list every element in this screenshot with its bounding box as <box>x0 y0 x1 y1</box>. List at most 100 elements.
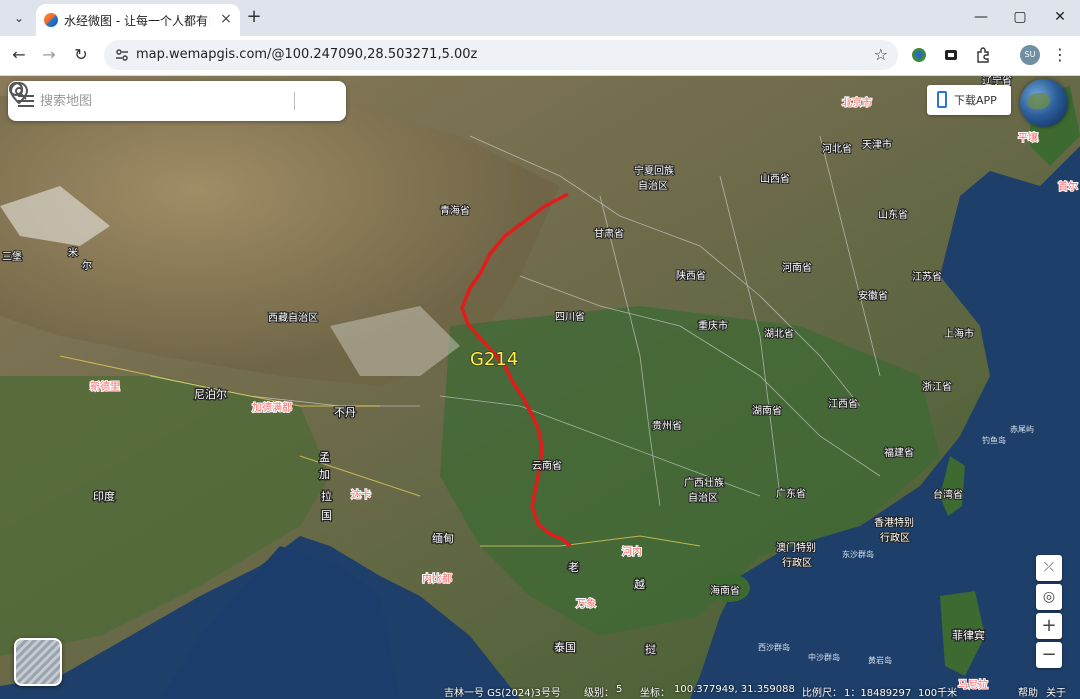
reload-icon[interactable]: ↻ <box>70 44 92 66</box>
label-myanmar: 缅甸 <box>432 531 454 545</box>
label-newdelhi: 新德里 <box>90 380 120 393</box>
label-hainan: 海南省 <box>710 584 740 597</box>
label-naypyidaw: 内比都 <box>422 572 452 585</box>
scale-value: 1：18489297 <box>844 688 912 699</box>
browser-window: ⌄ 水经微图 - 让每一个人都有自己 × + — ▢ ✕ ← → ↻ map.w… <box>0 0 1080 699</box>
label-cambodia: 挝 <box>645 642 656 656</box>
map-canvas[interactable]: 北京市 天津市 河北省 山西省 山东省 宁夏回族 自治区 青海省 甘肃省 陕西省… <box>0 76 1080 699</box>
scale-bar-label: 100千米 <box>918 688 958 699</box>
level-label: 级别： <box>584 688 614 699</box>
browser-toolbar: ← → ↻ map.wemapgis.com/@100.247090,28.50… <box>0 36 1080 76</box>
label-shanxi: 山西省 <box>760 172 790 185</box>
label-thailand: 泰国 <box>554 640 576 654</box>
zoom-out-button[interactable]: − <box>1036 642 1062 668</box>
label-bhutan: 不丹 <box>334 406 356 419</box>
profile-avatar[interactable]: SU <box>1020 45 1040 65</box>
label-qinghai: 青海省 <box>440 204 470 217</box>
locate-me-icon[interactable]: ◎ <box>1036 584 1062 610</box>
label-hebei: 河北省 <box>822 142 852 155</box>
label-bangladesh-2: 加 <box>319 468 330 481</box>
label-xizang: 西藏自治区 <box>268 311 318 324</box>
map-search-input[interactable] <box>40 89 250 113</box>
label-bangladesh-1: 孟 <box>319 451 330 464</box>
phone-icon <box>937 91 947 108</box>
measure-tool-icon[interactable]: ⤫ <box>1036 555 1062 581</box>
label-hongkong-1: 香港特别 <box>874 517 914 529</box>
label-chongqing: 重庆市 <box>698 319 728 332</box>
tab-search-menu-icon[interactable]: ⌄ <box>7 6 31 30</box>
label-hubei: 湖北省 <box>764 327 794 340</box>
satellite-map: 北京市 天津市 河北省 山西省 山东省 宁夏回族 自治区 青海省 甘肃省 陕西省… <box>0 76 1080 699</box>
extensions-puzzle-icon[interactable] <box>974 46 992 64</box>
tab-strip: ⌄ 水经微图 - 让每一个人都有自己 × + — ▢ ✕ <box>0 0 1080 36</box>
label-taiwan: 台湾省 <box>933 488 963 501</box>
label-bangladesh-3: 拉 <box>321 489 332 503</box>
label-laos: 老 <box>568 561 579 574</box>
label-anhui: 安徽省 <box>858 289 888 302</box>
address-bar[interactable]: map.wemapgis.com/@100.247090,28.503271,5… <box>104 40 898 70</box>
about-link[interactable]: 关于 <box>1046 684 1066 699</box>
level-value: 5 <box>616 684 623 695</box>
close-window-icon[interactable]: ✕ <box>1049 6 1071 28</box>
label-gansu: 甘肃省 <box>594 227 624 240</box>
search-divider <box>294 92 295 110</box>
status-bar: 吉林一号 GS(2024)3号号 级别： 5 坐标： 100.377949, 3… <box>440 682 1080 699</box>
coord-label: 坐标： <box>640 688 670 699</box>
location-pin-icon[interactable] <box>8 81 30 105</box>
bookmark-star-icon[interactable]: ☆ <box>874 45 888 64</box>
browser-tab[interactable]: 水经微图 - 让每一个人都有自己 × <box>36 4 240 36</box>
download-app-button[interactable]: 下载APP <box>927 85 1011 115</box>
label-yunnan: 云南省 <box>532 459 562 472</box>
label-macau-1: 澳门特别 <box>776 541 816 554</box>
label-ningxia-2: 自治区 <box>638 179 668 192</box>
browser-menu-icon[interactable]: ⋮ <box>1052 45 1068 64</box>
label-vientiane: 万象 <box>576 598 596 610</box>
label-pyongyang: 平壤 <box>1018 131 1038 144</box>
minimize-icon[interactable]: — <box>970 6 992 28</box>
satellite-credit: 吉林一号 GS(2024)3号号 <box>444 688 561 699</box>
label-hanoi: 河内 <box>622 545 642 558</box>
maximize-icon[interactable]: ▢ <box>1009 6 1031 28</box>
basemap-layer-switcher[interactable] <box>14 638 62 686</box>
label-vietnam: 越 <box>634 577 645 591</box>
label-macau-2: 行政区 <box>782 556 812 569</box>
map-search-panel <box>8 81 346 121</box>
scale-label: 比例尺： <box>802 688 842 699</box>
label-shanghai: 上海市 <box>944 327 974 340</box>
label-guizhou: 贵州省 <box>652 419 682 432</box>
coord-value: 100.377949, 31.359088 <box>674 684 795 695</box>
label-chiwei: 赤尾屿 <box>1010 425 1034 434</box>
extension-globe-icon[interactable] <box>910 46 928 64</box>
site-info-icon[interactable] <box>114 47 130 63</box>
label-zhongsha: 中沙群岛 <box>808 652 840 662</box>
extension-box-icon[interactable] <box>942 46 960 64</box>
globe-view-icon[interactable] <box>1020 79 1068 127</box>
label-bangladesh-4: 国 <box>321 509 332 522</box>
tab-title: 水经微图 - 让每一个人都有自己 <box>64 14 210 28</box>
new-tab-button[interactable]: + <box>244 7 264 27</box>
label-beijing: 北京市 <box>842 96 872 109</box>
label-shandong: 山东省 <box>878 208 908 221</box>
label-seoul: 首尔 <box>1058 180 1078 193</box>
label-west-2: 尔 <box>82 259 92 272</box>
zoom-in-button[interactable]: + <box>1036 613 1062 639</box>
label-kathmandu: 加德满都 <box>252 401 292 414</box>
label-jiangxi: 江西省 <box>828 397 858 410</box>
route-g214-label[interactable]: G214 <box>469 348 519 371</box>
label-dongsha: 东沙群岛 <box>842 549 874 559</box>
close-tab-icon[interactable]: × <box>217 10 235 28</box>
label-nepal: 尼泊尔 <box>194 388 227 401</box>
back-icon[interactable]: ← <box>8 44 30 66</box>
help-link[interactable]: 帮助 <box>1018 684 1038 699</box>
label-india: 印度 <box>93 489 115 503</box>
label-diaoyu: 钓鱼岛 <box>982 435 1006 445</box>
forward-icon[interactable]: → <box>38 44 60 66</box>
download-app-label: 下载APP <box>954 94 997 107</box>
label-fujian: 福建省 <box>884 446 914 459</box>
site-favicon-icon <box>44 13 58 27</box>
label-xisha: 西沙群岛 <box>758 642 790 652</box>
label-philippines: 菲律宾 <box>952 628 985 642</box>
label-shaanxi: 陕西省 <box>676 269 706 282</box>
url-text: map.wemapgis.com/@100.247090,28.503271,5… <box>136 47 478 62</box>
label-guangdong: 广东省 <box>776 487 806 500</box>
